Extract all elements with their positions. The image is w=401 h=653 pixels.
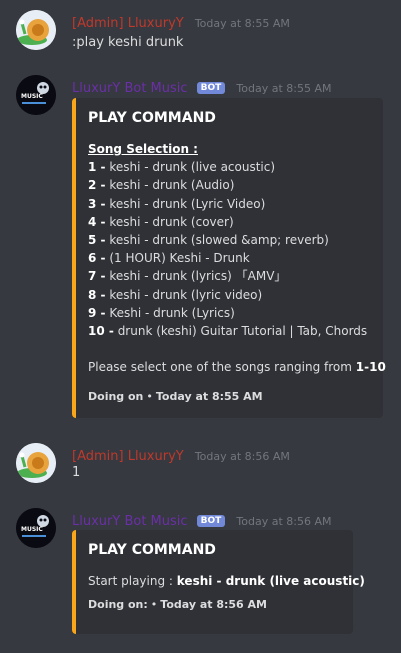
prompt-text: Please select one of the songs ranging f… [88, 360, 356, 375]
timestamp: Today at 8:56 AM [194, 450, 290, 463]
author-name[interactable]: LluxurY Bot Music [72, 81, 188, 96]
song-selection-heading: Song Selection : [88, 142, 198, 156]
song-title: keshi - drunk (slowed &amp; reverb) [109, 233, 329, 248]
song-title: keshi - drunk (lyric video) [109, 287, 263, 302]
song-number: 1 - [88, 160, 106, 175]
timestamp: Today at 8:55 AM [194, 17, 290, 30]
bot-badge: BOT [196, 82, 226, 94]
play-command-embed: PLAY COMMAND Song Selection : 1 - keshi … [72, 98, 386, 418]
embed-footer: Doing on: • Today at 8:56 AM [88, 598, 339, 611]
song-title: keshi - drunk (live acoustic) [109, 160, 276, 175]
bot-music-logo-icon: MUSIC [16, 508, 56, 548]
author-name[interactable]: [Admin] LluxuryY [72, 16, 184, 31]
song-option: 8 - keshi - drunk (lyric video) [88, 286, 369, 304]
song-title: drunk (keshi) Guitar Tutorial | Tab, Cho… [117, 324, 368, 339]
song-option: 9 - Keshi - drunk (Lyrics) [88, 304, 369, 322]
play-command-embed: PLAY COMMAND Start playing : keshi - dru… [72, 530, 365, 634]
start-label: Start playing : [88, 574, 177, 588]
song-number: 7 - [88, 269, 106, 284]
message-text: :play keshi drunk [72, 35, 184, 50]
footer-time: Today at 8:55 AM [155, 390, 263, 404]
song-title: keshi - drunk (Audio) [109, 178, 235, 193]
footer-separator: • [150, 598, 158, 612]
song-title: Keshi - drunk (Lyrics) [109, 305, 235, 320]
footer-label: Doing on: [88, 598, 148, 612]
bot-badge: BOT [196, 515, 226, 527]
song-title: (1 HOUR) Keshi - Drunk [109, 251, 250, 266]
timestamp: Today at 8:56 AM [236, 515, 332, 528]
song-number: 3 - [88, 196, 106, 211]
song-option: 6 - (1 HOUR) Keshi - Drunk [88, 249, 369, 267]
svg-text:MUSIC: MUSIC [21, 93, 43, 100]
song-number: 10 - [88, 324, 114, 339]
footer-separator: • [146, 390, 153, 404]
admin-avatar[interactable] [16, 443, 56, 483]
song-option: 7 - keshi - drunk (lyrics) 「AMV」 [88, 267, 369, 285]
select-prompt: Please select one of the songs ranging f… [88, 358, 386, 376]
embed-title: PLAY COMMAND [88, 110, 216, 126]
admin-avatar[interactable] [16, 10, 56, 50]
bot-avatar[interactable]: MUSIC [16, 75, 56, 115]
song-number: 5 - [88, 233, 106, 248]
embed-title: PLAY COMMAND [88, 542, 216, 558]
start-song: keshi - drunk (live acoustic) [176, 574, 365, 588]
svg-text:MUSIC: MUSIC [21, 526, 43, 533]
start-playing-line: Start playing : keshi - drunk (live acou… [88, 572, 365, 590]
timestamp: Today at 8:55 AM [236, 82, 332, 95]
footer-time: Today at 8:56 AM [160, 598, 267, 612]
song-list: 1 - keshi - drunk (live acoustic) 2 - kes… [88, 158, 369, 340]
message-text: 1 [72, 465, 81, 480]
embed-footer: Doing on • Today at 8:55 AM [88, 390, 369, 403]
song-number: 4 - [88, 214, 106, 229]
song-title: keshi - drunk (Lyric Video) [109, 196, 266, 211]
song-option: 10 - drunk (keshi) Guitar Tutorial | Tab… [88, 322, 369, 340]
prompt-range: 1-10 [355, 360, 386, 375]
song-number: 6 - [88, 251, 106, 266]
song-option: 5 - keshi - drunk (slowed &amp; reverb) [88, 231, 369, 249]
bot-avatar[interactable]: MUSIC [16, 508, 56, 548]
song-option: 1 - keshi - drunk (live acoustic) [88, 158, 369, 176]
song-option: 3 - keshi - drunk (Lyric Video) [88, 195, 369, 213]
bot-music-logo-icon: MUSIC [16, 75, 56, 115]
snail-icon [16, 443, 56, 483]
song-option: 2 - keshi - drunk (Audio) [88, 176, 369, 194]
song-title: keshi - drunk (cover) [109, 214, 234, 229]
song-number: 8 - [88, 287, 106, 302]
song-title: keshi - drunk (lyrics) 「AMV」 [109, 269, 287, 284]
footer-label: Doing on [88, 390, 144, 404]
song-number: 9 - [88, 305, 106, 320]
author-name[interactable]: [Admin] LluxuryY [72, 449, 184, 464]
snail-icon [16, 10, 56, 50]
author-name[interactable]: LluxurY Bot Music [72, 514, 188, 529]
song-number: 2 - [88, 178, 106, 193]
song-option: 4 - keshi - drunk (cover) [88, 213, 369, 231]
